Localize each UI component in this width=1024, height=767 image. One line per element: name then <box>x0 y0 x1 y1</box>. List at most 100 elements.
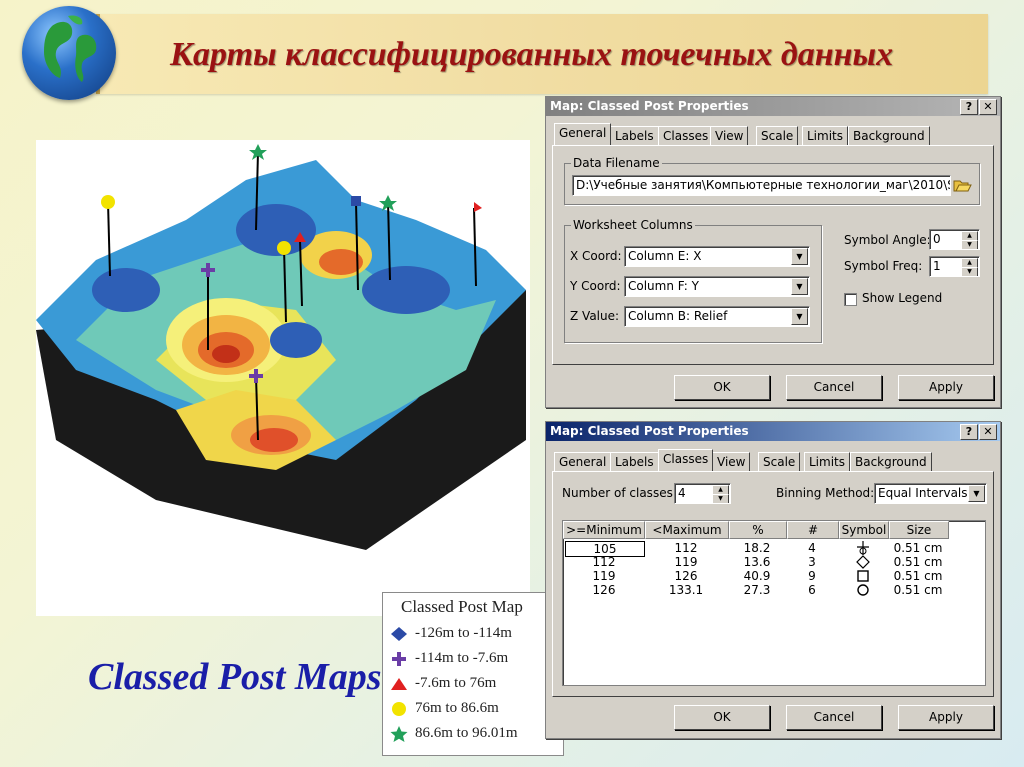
cell-count: 6 <box>808 583 816 597</box>
tab-general[interactable]: General <box>554 452 612 471</box>
ok-button[interactable]: OK <box>674 375 770 400</box>
column-header-symbol[interactable]: Symbol <box>839 521 889 539</box>
cell-maximum[interactable]: 133.1 <box>645 583 727 597</box>
chevron-down-icon[interactable]: ▼ <box>791 308 808 325</box>
triangle-icon <box>389 676 409 692</box>
cell-count: 4 <box>808 541 816 555</box>
tab-view[interactable]: View <box>710 126 749 145</box>
tab-labels[interactable]: Labels <box>610 126 659 145</box>
y-coord-select[interactable]: Column F: Y ▼ <box>624 276 810 297</box>
square-outline-icon[interactable] <box>839 569 887 583</box>
map-legend: Classed Post Map -126m to -114m -114m to… <box>382 592 564 756</box>
x-coord-select[interactable]: Column E: X ▼ <box>624 246 810 267</box>
chevron-down-icon[interactable]: ▼ <box>791 248 808 265</box>
slide-caption: Classed Post Maps <box>88 656 382 698</box>
cell-percent: 13.6 <box>743 555 771 569</box>
slide-title: Карты классифицированных точечных данных <box>170 36 894 73</box>
symbol-freq-label: Symbol Freq: <box>844 259 923 273</box>
cell-size[interactable]: 0.51 cm <box>889 555 947 569</box>
cell-minimum[interactable]: 119 <box>565 569 643 583</box>
symbol-angle-label: Symbol Angle: <box>844 233 931 247</box>
classed-post-map-image: Classed Post Map -126m to -114m -114m to… <box>36 140 564 756</box>
cell-percent: 18.2 <box>743 541 771 555</box>
binning-method-label: Binning Method: <box>776 486 875 500</box>
cell-minimum[interactable]: 126 <box>565 583 643 597</box>
dialog-general: Map: Classed Post Properties ? ✕ General… <box>545 96 1001 408</box>
data-filename-field[interactable]: D:\Учебные занятия\Компьютерные технолог… <box>572 175 951 196</box>
dialog-titlebar: Map: Classed Post Properties <box>546 97 1000 116</box>
z-value-select[interactable]: Column B: Relief ▼ <box>624 306 810 327</box>
worksheet-columns-group-label: Worksheet Columns <box>571 218 695 232</box>
x-coord-label: X Coord: <box>570 249 622 263</box>
z-value-label: Z Value: <box>570 309 620 323</box>
column-header-minimum[interactable]: >=Minimum <box>563 521 645 539</box>
number-of-classes-label: Number of classes: <box>562 486 677 500</box>
close-button[interactable]: ✕ <box>979 424 997 440</box>
data-filename-group-label: Data Filename <box>571 156 662 170</box>
column-header-maximum[interactable]: <Maximum <box>645 521 729 539</box>
legend-title: Classed Post Map <box>401 597 523 616</box>
title-banner: Карты классифицированных точечных данных <box>96 14 988 94</box>
y-coord-label: Y Coord: <box>570 279 621 293</box>
cell-maximum[interactable]: 112 <box>645 541 727 555</box>
cell-percent: 27.3 <box>743 583 771 597</box>
plus-circle-icon[interactable] <box>839 541 887 555</box>
column-header-percent[interactable]: % <box>729 521 787 539</box>
cell-count: 3 <box>808 555 816 569</box>
tab-background[interactable]: Background <box>850 452 932 471</box>
show-legend-checkbox[interactable] <box>844 293 857 306</box>
legend-item: 86.6m to 96.01m <box>389 725 518 742</box>
apply-button[interactable]: Apply <box>898 375 994 400</box>
cell-minimum[interactable]: 112 <box>565 555 643 569</box>
dialog-classes: Map: Classed Post Properties ? ✕ General… <box>545 421 1001 739</box>
close-button[interactable]: ✕ <box>979 99 997 115</box>
binning-method-select[interactable]: Equal Intervals ▼ <box>874 483 987 504</box>
circle-icon <box>389 701 409 717</box>
legend-item: -126m to -114m <box>389 625 512 642</box>
tab-limits[interactable]: Limits <box>802 126 848 145</box>
tab-labels[interactable]: Labels <box>610 452 659 471</box>
cell-size[interactable]: 0.51 cm <box>889 541 947 555</box>
apply-button[interactable]: Apply <box>898 705 994 730</box>
dialog-titlebar: Map: Classed Post Properties <box>546 422 1000 441</box>
cancel-button[interactable]: Cancel <box>786 375 882 400</box>
diamond-outline-icon[interactable] <box>839 555 887 569</box>
cell-maximum[interactable]: 119 <box>645 555 727 569</box>
classes-table[interactable]: >=Minimum <Maximum % # Symbol Size 105 1… <box>562 520 986 686</box>
cancel-button[interactable]: Cancel <box>786 705 882 730</box>
legend-item: -7.6m to 76m <box>389 675 496 692</box>
number-of-classes-input[interactable]: 4 ▲ ▼ <box>674 483 731 504</box>
spin-down-icon[interactable]: ▼ <box>961 240 978 249</box>
open-folder-icon[interactable] <box>952 175 972 195</box>
ok-button[interactable]: OK <box>674 705 770 730</box>
chevron-down-icon[interactable]: ▼ <box>968 485 985 502</box>
cell-count: 9 <box>808 569 816 583</box>
legend-item: 76m to 86.6m <box>389 700 499 717</box>
tab-background[interactable]: Background <box>848 126 930 145</box>
tab-classes[interactable]: Classes <box>658 449 714 471</box>
symbol-freq-input[interactable]: 1 ▲ ▼ <box>929 256 980 277</box>
cell-maximum[interactable]: 126 <box>645 569 727 583</box>
help-button[interactable]: ? <box>960 424 978 440</box>
chevron-down-icon[interactable]: ▼ <box>791 278 808 295</box>
surface-map-graphic <box>36 144 526 550</box>
symbol-angle-input[interactable]: 0 ▲ ▼ <box>929 229 980 250</box>
tab-classes[interactable]: Classes <box>658 126 714 145</box>
plus-icon <box>389 651 409 667</box>
help-button[interactable]: ? <box>960 99 978 115</box>
cell-size[interactable]: 0.51 cm <box>889 569 947 583</box>
spin-down-icon[interactable]: ▼ <box>712 494 729 503</box>
spin-down-icon[interactable]: ▼ <box>961 267 978 276</box>
cell-size[interactable]: 0.51 cm <box>889 583 947 597</box>
show-legend-label: Show Legend <box>862 291 943 305</box>
tab-scale[interactable]: Scale <box>758 452 801 471</box>
column-header-size[interactable]: Size <box>889 521 949 539</box>
star-icon <box>389 725 409 742</box>
column-header-count[interactable]: # <box>787 521 839 539</box>
tab-general[interactable]: General <box>554 123 612 145</box>
tab-scale[interactable]: Scale <box>756 126 799 145</box>
circle-outline-icon[interactable] <box>839 583 887 597</box>
tab-view[interactable]: View <box>712 452 751 471</box>
cell-percent: 40.9 <box>743 569 771 583</box>
tab-limits[interactable]: Limits <box>804 452 850 471</box>
